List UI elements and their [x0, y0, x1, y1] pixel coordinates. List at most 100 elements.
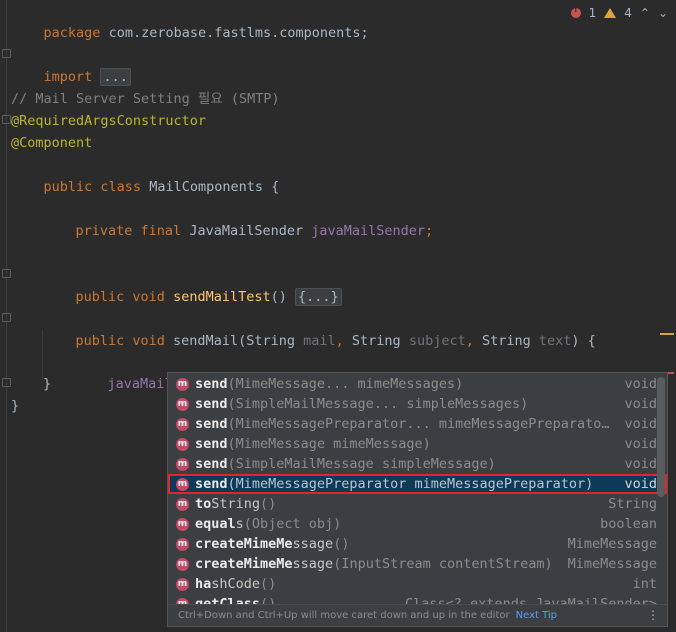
completion-return-type: void [624, 376, 657, 392]
completion-item[interactable]: m equals(Object obj) boolean [168, 514, 667, 534]
completion-signature: (SimpleMailMessage simpleMessage) [227, 456, 496, 472]
completion-item-text: toString() [195, 494, 276, 514]
method-icon: m [176, 578, 189, 591]
completion-item[interactable]: m createMimeMessage() MimeMessage [168, 534, 667, 554]
completion-item-text: send(MimeMessagePreparator mimeMessagePr… [195, 474, 593, 494]
paren: ( [238, 333, 247, 349]
code-line-close-class[interactable]: } [11, 395, 19, 417]
keyword: private final [75, 223, 182, 239]
completion-name-rest: ssage [292, 536, 334, 552]
method-icon: m [176, 498, 189, 511]
fold-marker-import[interactable] [2, 49, 11, 58]
keyword: public void [75, 333, 165, 349]
code-line-comment[interactable]: // Mail Server Setting 필요 (SMTP) [11, 88, 280, 110]
class-name: MailComponents { [141, 179, 280, 195]
completion-name-rest: shCode [211, 576, 261, 592]
code-line-typing[interactable]: javaMailSender.s [75, 351, 238, 392]
code-line-close-method[interactable]: } [43, 373, 51, 395]
fold-marker-method2-end[interactable] [2, 378, 11, 387]
method-icon: m [176, 538, 189, 551]
completion-match: createMimeMe [195, 556, 293, 572]
completion-signature: (MimeMessagePreparator mimeMessagePrepar… [227, 476, 594, 492]
code-line-class[interactable]: public class MailComponents { [11, 154, 280, 195]
method-icon: m [176, 558, 189, 571]
keyword: import [43, 69, 93, 85]
completion-return-type: boolean [600, 516, 657, 532]
completion-return-type: void [624, 436, 657, 452]
method-icon: m [176, 458, 189, 471]
completion-item-text: send(MimeMessagePreparator... mimeMessag… [195, 414, 610, 434]
completion-item[interactable]: m hashCode() int [168, 574, 667, 594]
completion-match: ha [195, 576, 212, 592]
parens: () [270, 289, 295, 305]
completion-return-type: MimeMessage [567, 536, 657, 552]
completion-item[interactable]: m toString() String [168, 494, 667, 514]
param-name: text [530, 333, 572, 349]
package-name: com.zerobase.fastlms.components; [108, 25, 369, 41]
completion-item-text: equals(Object obj) [195, 514, 341, 534]
error-marker [668, 372, 674, 374]
method-fold[interactable]: {...} [295, 288, 342, 306]
completion-signature: (MimeMessagePreparator... mimeMessagePre… [227, 416, 610, 432]
completion-item-text: hashCode() [195, 574, 276, 594]
completion-item[interactable]: m send(MimeMessage... mimeMessages) void [168, 374, 667, 394]
field-name: javaMailSender [311, 223, 426, 239]
import-fold[interactable]: ... [100, 68, 131, 86]
fold-marker-method2[interactable] [2, 313, 11, 322]
completion-item[interactable]: m send(MimeMessagePreparator... mimeMessa… [168, 414, 667, 434]
param-type: String [481, 333, 531, 349]
completion-signature: (SimpleMailMessage... simpleMessages) [227, 396, 529, 412]
completion-item[interactable]: m createMimeMessage(InputStream contentSt… [168, 554, 667, 574]
completion-item-text: send(MimeMessage mimeMessage) [195, 434, 431, 454]
field-type: JavaMailSender [181, 223, 312, 239]
chevron-up-icon[interactable]: ⌃ [640, 6, 650, 20]
next-tip-link[interactable]: Next Tip [516, 610, 557, 621]
code-editor[interactable]: 1 4 ⌃ ⌄ package com.zerobase.fastlms.com… [0, 0, 676, 632]
code-line-method2[interactable]: public void sendMail(String mail, String… [43, 308, 596, 349]
completion-match: send [195, 416, 228, 432]
completion-match: send [195, 476, 228, 492]
code-line-annotation1[interactable]: @RequiredArgsConstructor [11, 110, 206, 132]
completion-item-text: createMimeMessage(InputStream contentStr… [195, 554, 553, 574]
completion-item-text: createMimeMessage() [195, 534, 349, 554]
param-name: mail [295, 333, 336, 349]
completion-match: send [195, 456, 228, 472]
fold-marker-class[interactable] [2, 115, 11, 124]
completion-return-type: void [624, 456, 657, 472]
completion-name-rest: s [235, 516, 244, 532]
method-icon: m [176, 518, 189, 531]
code-line-annotation2[interactable]: @Component [11, 132, 92, 154]
completion-item[interactable]: m send(SimpleMailMessage simpleMessage) vo… [168, 454, 667, 474]
completion-return-type: MimeMessage [567, 556, 657, 572]
completion-signature: (InputStream contentStream) [333, 556, 553, 572]
code-line-method1[interactable]: public void sendMailTest() {...} [43, 264, 342, 306]
method-name: sendMail [164, 333, 239, 349]
code-line-package[interactable]: package com.zerobase.fastlms.components; [11, 0, 369, 41]
warning-count: 4 [624, 6, 632, 20]
completion-match: send [195, 376, 228, 392]
inspection-widget[interactable]: 1 4 ⌃ ⌄ [570, 4, 668, 22]
more-vertical-icon[interactable]: ⋮ [647, 605, 659, 626]
completion-item[interactable]: m send(SimpleMailMessage... simpleMessage… [168, 394, 667, 414]
fold-marker-method1[interactable] [2, 269, 11, 278]
completion-name-rest: String [211, 496, 261, 512]
method-icon: m [176, 398, 189, 411]
param-type: String [351, 333, 401, 349]
completion-item[interactable]: m send(MimeMessagePreparator mimeMessageP… [168, 474, 667, 494]
param-name: subject [400, 333, 466, 349]
code-line-field[interactable]: private final JavaMailSender javaMailSen… [43, 198, 434, 239]
method-name: sendMailTest [173, 289, 271, 305]
method-icon: m [176, 438, 189, 451]
completion-match: send [195, 396, 228, 412]
completion-item[interactable]: m send(MimeMessage mimeMessage) void [168, 434, 667, 454]
chevron-down-icon[interactable]: ⌄ [658, 6, 668, 20]
method-icon: m [176, 378, 189, 391]
completion-match: equal [195, 516, 236, 532]
completion-popup[interactable]: m send(MimeMessage... mimeMessages) void m s… [167, 372, 668, 627]
popup-footer: Ctrl+Down and Ctrl+Up will move caret do… [168, 604, 667, 626]
warning-icon [604, 8, 617, 18]
popup-scrollbar[interactable] [657, 377, 665, 497]
code-line-import[interactable]: import ... [11, 44, 131, 86]
completion-signature: () [333, 536, 350, 552]
keyword: public class [43, 179, 142, 195]
